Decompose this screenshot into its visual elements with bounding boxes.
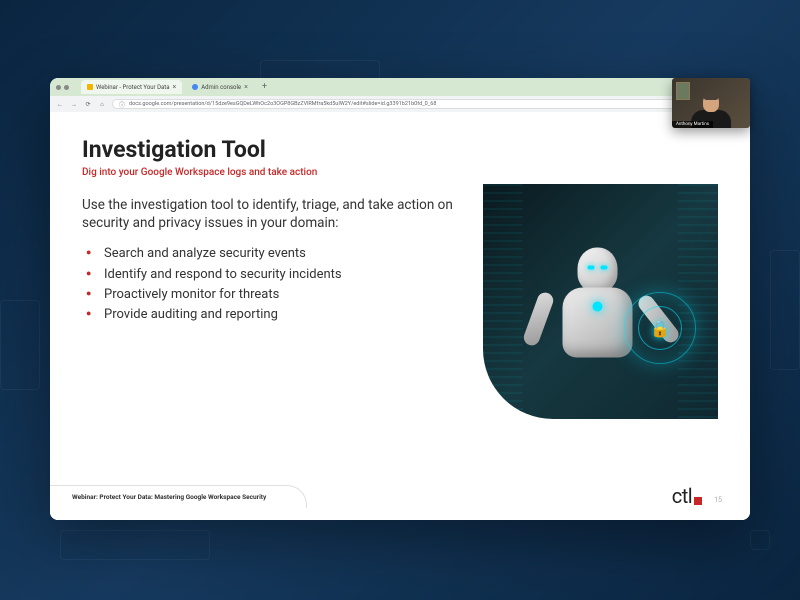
slide-text-column: Use the investigation tool to identify, … xyxy=(82,196,478,419)
hologram-inner: 🔒 xyxy=(638,306,682,350)
slide-content: Investigation Tool Dig into your Google … xyxy=(50,112,750,520)
robot-body xyxy=(562,287,632,357)
slide-illustration: 🔒 xyxy=(483,184,718,419)
slide-subtitle: Dig into your Google Workspace logs and … xyxy=(82,167,718,178)
tab-title: Webinar - Protect Your Data xyxy=(96,84,170,91)
robot-graphic xyxy=(562,247,632,357)
background-decoration xyxy=(60,530,210,560)
presenter-hair xyxy=(704,92,718,100)
slide-intro-text: Use the investigation tool to identify, … xyxy=(82,196,470,232)
tab-strip: Webinar - Protect Your Data × Admin cons… xyxy=(50,78,750,96)
background-decoration xyxy=(770,250,800,370)
robot-eye xyxy=(600,265,607,269)
tab-title: Admin console xyxy=(201,84,241,91)
window-control-dot[interactable] xyxy=(56,85,61,90)
logo-accent-square xyxy=(694,497,702,505)
background-decoration xyxy=(0,300,40,390)
background-decoration xyxy=(260,60,380,80)
new-tab-button[interactable]: + xyxy=(258,82,271,92)
address-bar-row: ← → ⟳ ⌂ ⓘ docs.google.com/presentation/d… xyxy=(50,96,750,112)
browser-window: Webinar - Protect Your Data × Admin cons… xyxy=(50,78,750,520)
site-info-icon[interactable]: ⓘ xyxy=(119,100,125,109)
bullet-item: Identify and respond to security inciden… xyxy=(104,265,470,285)
address-bar[interactable]: ⓘ docs.google.com/presentation/d/15dze9e… xyxy=(112,99,744,109)
slides-favicon-icon xyxy=(87,84,93,90)
hologram-circle: 🔒 xyxy=(624,292,696,364)
browser-tab-active[interactable]: Webinar - Protect Your Data × xyxy=(81,80,182,94)
presenter-head xyxy=(703,94,719,112)
robot-chest-light xyxy=(592,301,602,311)
presenter-name-label: Anthony Martins xyxy=(672,121,713,128)
bullet-item: Search and analyze security events xyxy=(104,244,470,264)
home-button[interactable]: ⌂ xyxy=(98,101,106,108)
url-text: docs.google.com/presentation/d/15dze9esG… xyxy=(129,101,436,107)
background-picture-frame xyxy=(676,82,690,100)
footer-webinar-label: Webinar: Protect Your Data: Mastering Go… xyxy=(50,485,307,508)
bullet-item: Proactively monitor for threats xyxy=(104,285,470,305)
server-rack-graphic xyxy=(483,184,523,419)
reload-button[interactable]: ⟳ xyxy=(84,101,92,108)
bullet-item: Provide auditing and reporting xyxy=(104,305,470,325)
window-control-dot[interactable] xyxy=(64,85,69,90)
slide-body: Use the investigation tool to identify, … xyxy=(82,196,718,419)
robot-head xyxy=(577,247,617,291)
slide-page-number: 15 xyxy=(714,496,722,504)
admin-favicon-icon xyxy=(192,84,198,90)
bullet-list: Search and analyze security events Ident… xyxy=(82,244,470,325)
robot-eye xyxy=(587,265,594,269)
logo-text: ctl xyxy=(672,484,692,508)
robot-arm xyxy=(521,290,555,347)
ctl-logo: ctl xyxy=(672,484,702,508)
window-controls[interactable] xyxy=(56,85,69,90)
tab-close-icon[interactable]: × xyxy=(173,83,177,91)
browser-tab[interactable]: Admin console × xyxy=(186,80,254,94)
slide-title: Investigation Tool xyxy=(82,136,718,163)
presenter-webcam[interactable]: Anthony Martins xyxy=(672,78,750,128)
forward-button[interactable]: → xyxy=(70,101,78,108)
lock-icon: 🔒 xyxy=(650,319,670,338)
background-decoration xyxy=(750,530,770,550)
slide-footer: Webinar: Protect Your Data: Mastering Go… xyxy=(50,484,750,508)
tab-close-icon[interactable]: × xyxy=(244,83,248,91)
back-button[interactable]: ← xyxy=(56,101,64,108)
